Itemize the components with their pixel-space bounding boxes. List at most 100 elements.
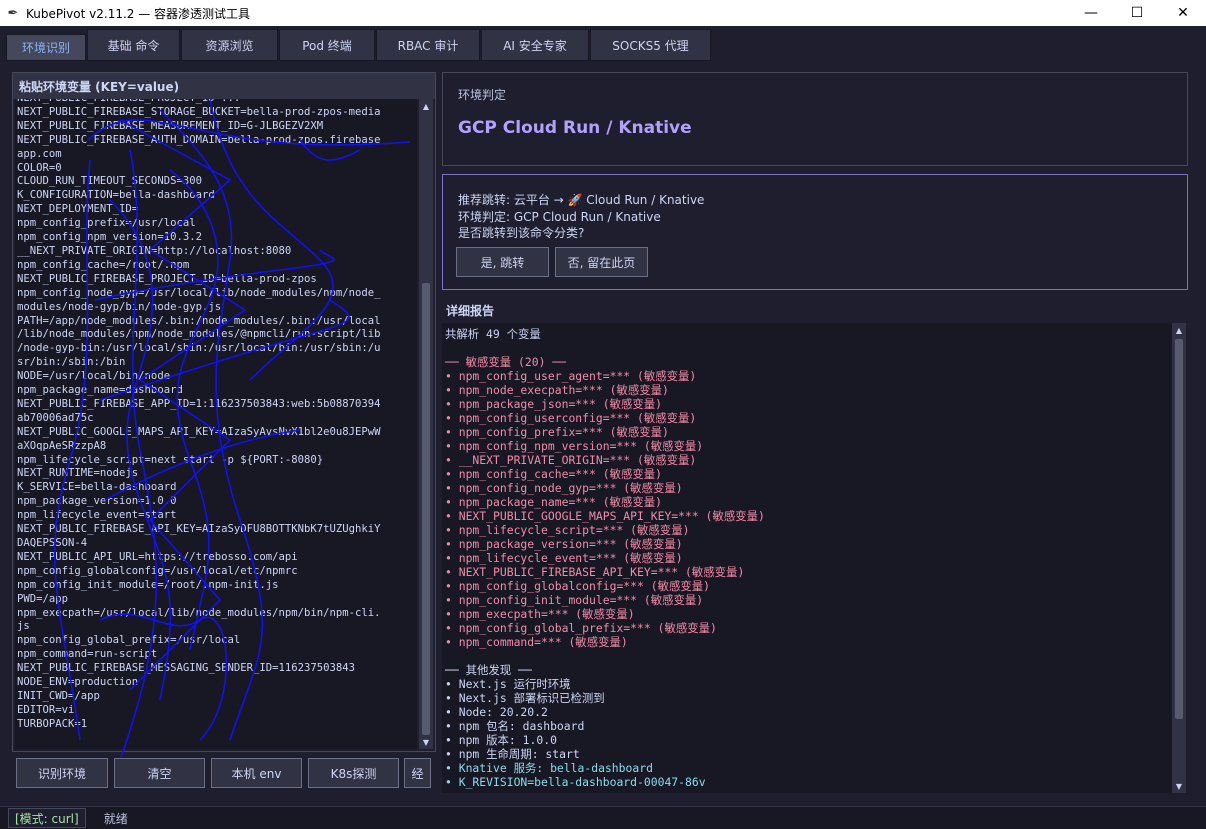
recommend-box: 推荐跳转: 云平台 → 🚀 Cloud Run / Knative 环境判定: … xyxy=(442,174,1188,290)
report-line: • Next.js 运行时环境 xyxy=(445,677,571,691)
tab-ai-expert[interactable]: AI 安全专家 xyxy=(481,29,589,61)
env-line: NEXT_PUBLIC_FIREBASE_PROJECT_ID=bella-pr… xyxy=(17,272,317,285)
more-button[interactable]: 经 xyxy=(404,758,431,788)
env-line: npm_config_node_gyp=/usr/local/lib/node_… xyxy=(17,286,381,299)
scroll-up-icon[interactable]: ▲ xyxy=(419,99,433,113)
env-line: aXOqpAeSRzzpA8 xyxy=(17,439,107,452)
tab-basic-commands[interactable]: 基础 命令 xyxy=(87,29,180,61)
env-line: PATH=/app/node_modules/.bin:/node_module… xyxy=(17,314,381,327)
k8s-probe-button[interactable]: K8s探测 xyxy=(308,758,399,788)
env-line: npm_execpath=/usr/local/lib/node_modules… xyxy=(17,606,381,619)
report-line: • Knative 服务: bella-dashboard xyxy=(445,761,653,775)
local-env-button[interactable]: 本机 env xyxy=(211,758,302,788)
jump-yes-button[interactable]: 是, 跳转 xyxy=(456,247,549,277)
tab-rbac-audit[interactable]: RBAC 审计 xyxy=(376,29,480,61)
minimize-icon[interactable]: — xyxy=(1068,0,1114,26)
report-title: 详细报告 xyxy=(446,304,495,318)
env-verdict-value: GCP Cloud Run / Knative xyxy=(458,118,692,138)
report-text[interactable]: 共解析 49 个变量 ── 敏感变量 (20) ── • npm_config_u… xyxy=(442,323,1172,793)
env-line: npm_package_name=dashboard xyxy=(17,384,183,397)
report-line xyxy=(445,341,1169,355)
env-line: K_CONFIGURATION=bella-dashboard xyxy=(17,189,215,202)
env-verdict-label: 环境判定 xyxy=(458,88,507,102)
report-line: • npm_config_userconfig=*** (敏感变量) xyxy=(445,411,697,425)
env-line: PWD=/app xyxy=(17,592,69,605)
env-line: npm_config_npm_version=10.3.2 xyxy=(17,231,202,244)
env-line: CLOUD_RUN_TIMEOUT_SECONDS=300 xyxy=(17,175,202,188)
status-text: 就绪 xyxy=(103,811,128,826)
env-line: NEXT_DEPLOYMENT_ID= xyxy=(17,203,139,216)
scroll-down-icon[interactable]: ▼ xyxy=(1172,779,1186,793)
env-line: npm_command=run-script xyxy=(17,648,158,661)
env-line: TURBOPACK=1 xyxy=(17,717,88,730)
env-input-title: 粘贴环境变量 (KEY=value) xyxy=(13,73,435,99)
scroll-down-icon[interactable]: ▼ xyxy=(419,735,433,749)
env-line: npm_config_cache=/root/.npm xyxy=(17,258,190,271)
report-line: • NEXT_PUBLIC_GOOGLE_MAPS_API_KEY=*** (敏… xyxy=(445,509,765,523)
maximize-icon[interactable]: ☐ xyxy=(1114,0,1160,26)
report-line: ── 其他发现 ── xyxy=(445,663,532,677)
env-line: __NEXT_PRIVATE_ORIGIN=http://localhost:8… xyxy=(17,244,292,257)
env-input-panel: 粘贴环境变量 (KEY=value) NEXT_PUBLIC_FIREBASE_… xyxy=(12,72,436,752)
report-line: • Next.js 部署标识已检测到 xyxy=(445,691,605,705)
report-line: • npm_config_npm_version=*** (敏感变量) xyxy=(445,439,704,453)
env-line: npm_package_version=1.0.0 xyxy=(17,495,177,508)
report-line: • npm_node_execpath=*** (敏感变量) xyxy=(445,383,669,397)
clear-button[interactable]: 清空 xyxy=(114,758,205,788)
report-line: • npm_lifecycle_script=*** (敏感变量) xyxy=(445,523,690,537)
report-line xyxy=(445,649,1169,663)
report-line: • Node: 20.20.2 xyxy=(445,705,548,719)
env-line: modules/node-gyp/bin/node-gyp.js xyxy=(17,300,222,313)
env-line: K_SERVICE=bella-dashboard xyxy=(17,481,177,494)
status-bar: [模式: curl] 就绪 xyxy=(0,806,1206,829)
env-line: npm_config_global_prefix=/usr/local xyxy=(17,634,241,647)
report-line: • npm_config_global_prefix=*** (敏感变量) xyxy=(445,621,717,635)
report-scroll-thumb[interactable] xyxy=(1175,339,1183,719)
tab-pod-terminal[interactable]: Pod 终端 xyxy=(279,29,375,61)
report-line: • npm_package_name=*** (敏感变量) xyxy=(445,495,663,509)
env-line: NEXT_PUBLIC_FIREBASE_API_KEY=AIzaSyDFU8B… xyxy=(17,523,381,536)
env-line: /node-gyp-bin:/usr/local/sbin:/usr/local… xyxy=(17,342,381,355)
tab-resource-browser[interactable]: 资源浏览 xyxy=(181,29,278,61)
env-scrollbar[interactable]: ▲ ▼ xyxy=(419,99,433,749)
recommend-line-2: 环境判定: GCP Cloud Run / Knative xyxy=(458,210,661,224)
feather-icon: ✒ xyxy=(7,5,19,21)
env-line: app.com xyxy=(17,147,62,160)
env-line: COLOR=0 xyxy=(17,161,62,174)
env-textarea[interactable]: NEXT_PUBLIC_FIREBASE_PROJECT_ID=... NEXT_… xyxy=(15,99,417,749)
window-controls: — ☐ ✕ xyxy=(1068,0,1206,26)
env-line: INIT_CWD=/app xyxy=(17,689,100,702)
close-icon[interactable]: ✕ xyxy=(1160,0,1206,26)
tab-socks5-proxy[interactable]: SOCKS5 代理 xyxy=(590,29,711,61)
env-line: npm_config_prefix=/usr/local xyxy=(17,217,196,230)
env-line: npm_lifecycle_script=next start -p ${POR… xyxy=(17,453,324,466)
report-line: • npm 生命周期: start xyxy=(445,747,580,761)
scroll-up-icon[interactable]: ▲ xyxy=(1172,323,1186,337)
stay-here-button[interactable]: 否, 留在此页 xyxy=(555,247,648,277)
report-line: • __NEXT_PRIVATE_ORIGIN=*** (敏感变量) xyxy=(445,453,697,467)
detect-env-button[interactable]: 识别环境 xyxy=(16,758,108,788)
env-line: npm_config_init_module=/root/.npm-init.j… xyxy=(17,578,279,591)
report-line: • npm_lifecycle_event=*** (敏感变量) xyxy=(445,551,683,565)
report-line: • npm_config_node_gyp=*** (敏感变量) xyxy=(445,481,683,495)
env-line: NEXT_PUBLIC_FIREBASE_AUTH_DOMAIN=bella-p… xyxy=(17,133,381,146)
tab-bar: 环境识别 基础 命令 资源浏览 Pod 终端 RBAC 审计 AI 安全专家 S… xyxy=(0,26,1206,64)
env-line: NEXT_PUBLIC_FIREBASE_APP_ID=1:1162375038… xyxy=(17,397,381,410)
report-line: • npm_command=*** (敏感变量) xyxy=(445,635,628,649)
env-scroll-thumb[interactable] xyxy=(422,283,430,735)
report-scrollbar[interactable]: ▲ ▼ xyxy=(1172,323,1186,793)
recommend-line-3: 是否跳转到该命令分类? xyxy=(458,226,585,240)
report-line: • npm_package_version=*** (敏感变量) xyxy=(445,537,683,551)
tab-env-detect[interactable]: 环境识别 xyxy=(6,34,86,61)
env-line: EDITOR=vi xyxy=(17,703,75,716)
mode-badge: [模式: curl] xyxy=(8,808,86,828)
env-line: NEXT_PUBLIC_FIREBASE_PROJECT_ID=... xyxy=(17,99,415,106)
report-line: • npm_config_cache=*** (敏感变量) xyxy=(445,467,663,481)
env-verdict-box: 环境判定 GCP Cloud Run / Knative xyxy=(442,72,1188,166)
report-line: • npm_execpath=*** (敏感变量) xyxy=(445,607,635,621)
recommend-line-1: 推荐跳转: 云平台 → 🚀 Cloud Run / Knative xyxy=(458,193,705,207)
env-line: NEXT_PUBLIC_FIREBASE_MESSAGING_SENDER_ID… xyxy=(17,662,356,675)
env-line: sr/bin:/sbin:/bin xyxy=(17,356,126,369)
env-line: NODE_ENV=production xyxy=(17,676,139,689)
env-line: NODE=/usr/local/bin/node xyxy=(17,370,171,383)
